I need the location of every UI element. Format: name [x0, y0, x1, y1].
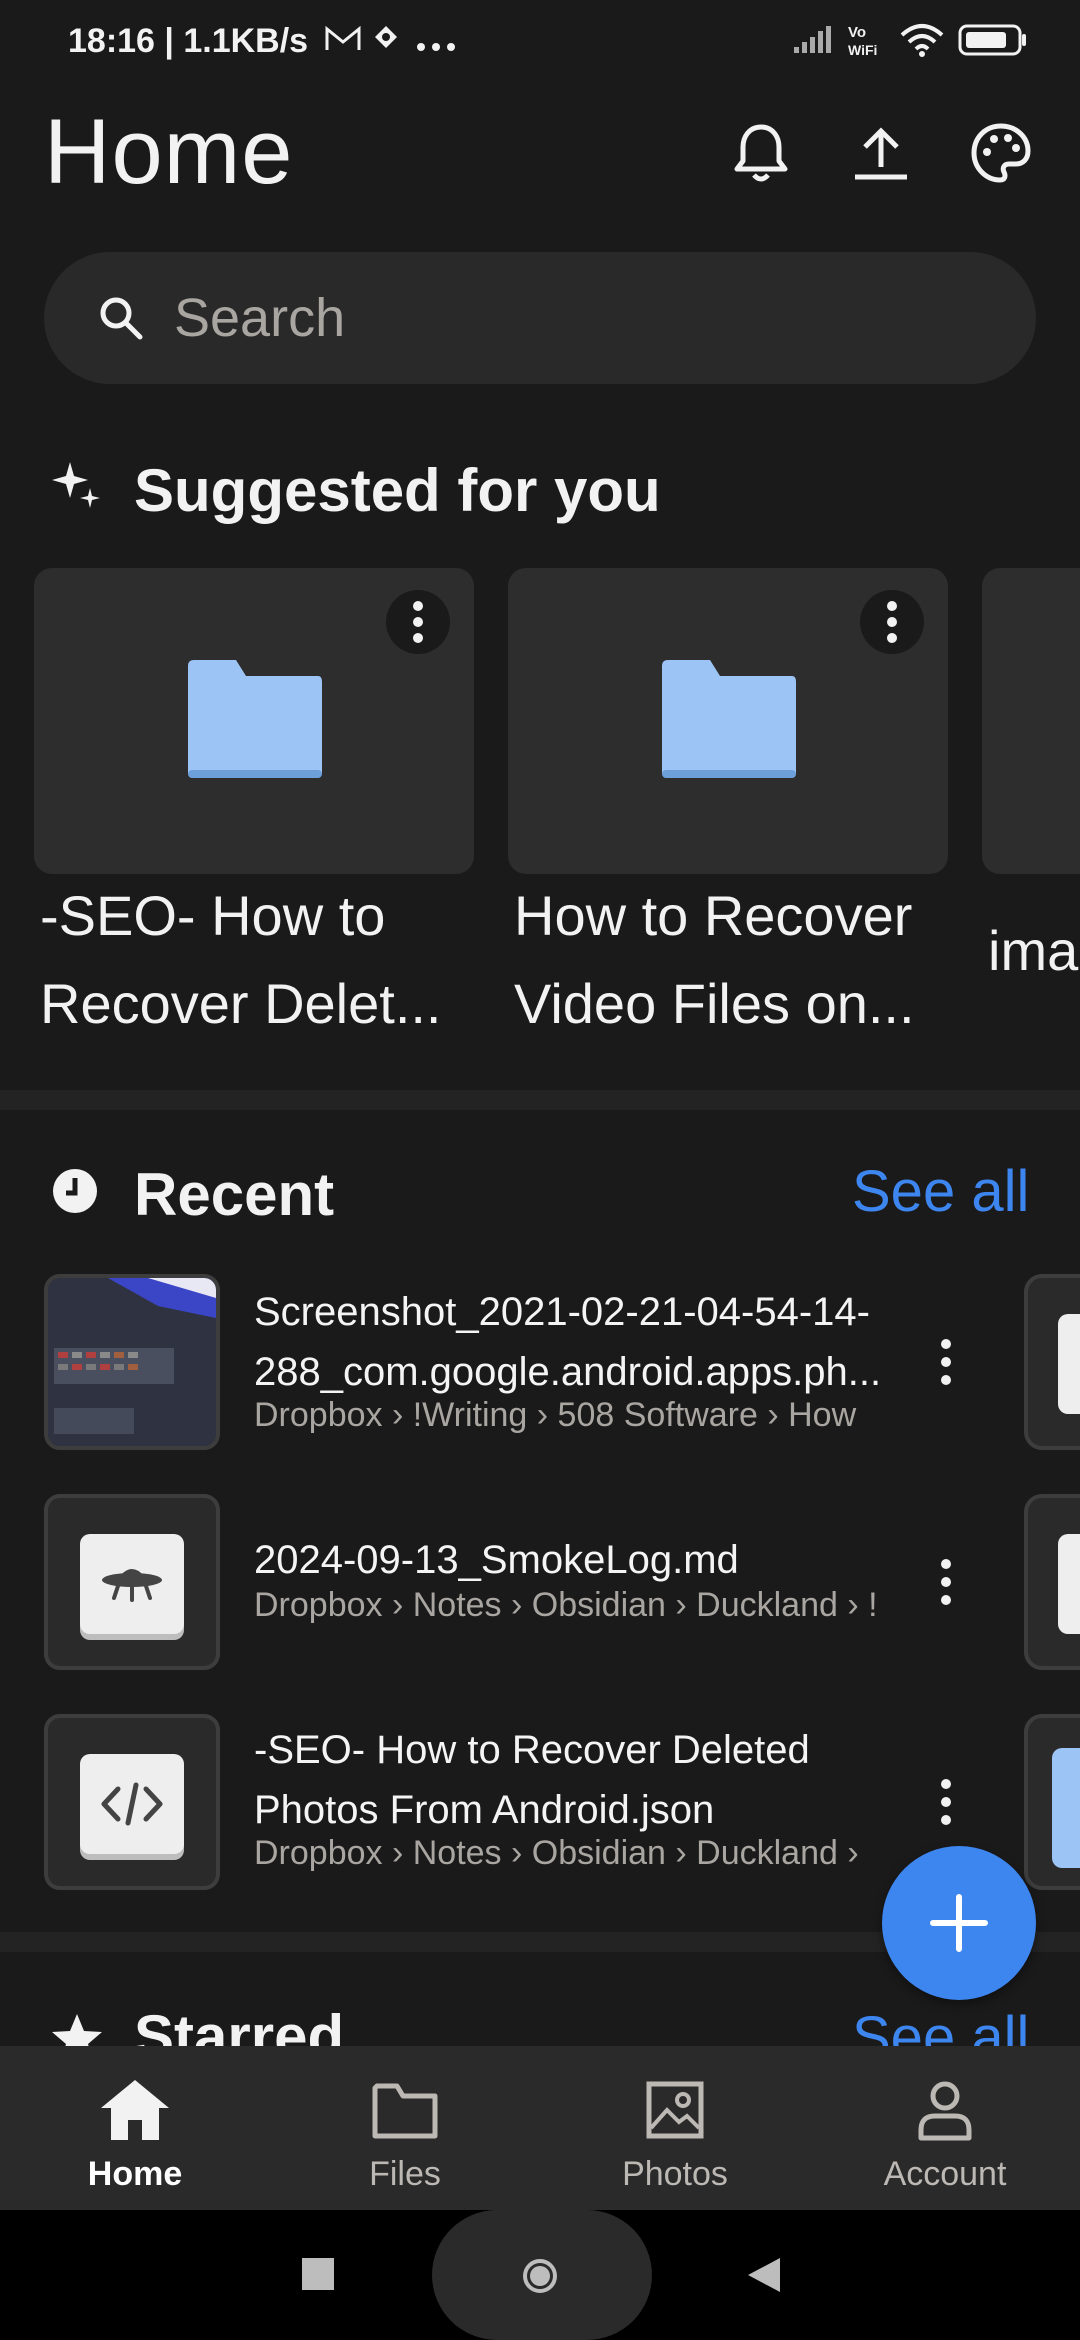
json-file-thumbnail[interactable] [44, 1714, 220, 1890]
svg-text:Vo: Vo [848, 24, 866, 41]
add-button[interactable] [882, 1846, 1036, 2000]
search-input[interactable] [172, 286, 956, 350]
photo-icon [643, 2078, 707, 2147]
recent-item-3-path: Dropbox › Notes › Obsidian › Duckland › [254, 1834, 859, 1872]
back-triangle-icon[interactable] [746, 2256, 782, 2299]
clock-icon [52, 1168, 98, 1219]
grid-peek-item [1024, 1714, 1080, 1890]
recent-see-all-link[interactable]: See all [852, 1158, 1029, 1225]
page-title: Home [44, 101, 294, 203]
recent-item-1-title-line1: Screenshot_2021-02-21-04-54-14- [254, 1290, 870, 1334]
more-vert-icon[interactable] [916, 1312, 976, 1412]
recent-item-1-path: Dropbox › !Writing › 508 Software › How [254, 1396, 857, 1434]
home-circle-icon[interactable] [522, 2258, 558, 2299]
status-time: 18:16 | 1.1KB/s [68, 22, 456, 61]
app-icon [371, 22, 410, 60]
md-file-thumbnail[interactable] [44, 1494, 220, 1670]
bottom-nav: Home Files Photos Account [0, 2046, 1080, 2210]
nav-photos-label: Photos [622, 2155, 728, 2193]
recents-square-icon[interactable] [302, 2258, 334, 2295]
star-icon [50, 2012, 104, 2046]
status-time-text: 18:16 | 1.1KB/s [68, 22, 309, 60]
suggested-title: Suggested for you [134, 457, 661, 524]
ufo-icon [80, 1534, 184, 1634]
suggested-card-2[interactable] [508, 568, 948, 874]
account-icon [913, 2078, 977, 2147]
wifi-icon [900, 23, 944, 62]
search-icon [96, 293, 146, 343]
nav-files-label: Files [369, 2155, 441, 2193]
more-vert-icon[interactable] [860, 590, 924, 654]
recent-title: Recent [134, 1161, 335, 1228]
suggested-card-3-title[interactable]: ima [988, 918, 1078, 983]
system-nav-bar [0, 2210, 1080, 2340]
upload-icon[interactable] [846, 118, 916, 188]
recent-item-2-title[interactable]: 2024-09-13_SmokeLog.md [254, 1530, 894, 1590]
more-vert-icon[interactable] [916, 1532, 976, 1632]
code-icon [80, 1754, 184, 1854]
grid-peek-item [1024, 1494, 1080, 1670]
plus-icon [930, 1894, 988, 1952]
recent-item-1-title-line2: 288_com.google.android.apps.ph... [254, 1350, 882, 1394]
sparkle-icon [52, 460, 102, 515]
more-vert-icon[interactable] [916, 1752, 976, 1852]
battery-icon [958, 23, 1028, 62]
divider [0, 1090, 1080, 1110]
screenshot-thumbnail[interactable] [44, 1274, 220, 1450]
recent-item-2-path: Dropbox › Notes › Obsidian › Duckland › … [254, 1586, 878, 1624]
more-vert-icon[interactable] [386, 590, 450, 654]
suggested-card-1-line2: Recover Delet... [40, 972, 442, 1035]
vowifi-icon: Vo WiFi [846, 22, 886, 63]
signal-icon [792, 25, 832, 60]
recent-item-3-title-line1: -SEO- How to Recover Deleted [254, 1728, 810, 1772]
status-icons: Vo WiFi [792, 22, 1028, 63]
recent-item-3-title[interactable]: -SEO- How to Recover Deleted Photos From… [254, 1720, 894, 1840]
nav-home[interactable]: Home [0, 2078, 270, 2194]
starred-title: Starred [134, 2003, 345, 2046]
folder-icon [184, 658, 324, 780]
suggested-card-1-line1: -SEO- How to [40, 884, 386, 947]
svg-text:WiFi: WiFi [848, 42, 877, 58]
search-bar[interactable] [44, 252, 1036, 384]
suggested-card-1-title[interactable]: -SEO- How to Recover Delet... [40, 872, 510, 1048]
suggested-card-2-line2: Video Files on... [514, 972, 915, 1035]
suggested-card-2-title[interactable]: How to Recover Video Files on... [514, 872, 984, 1048]
palette-icon[interactable] [966, 118, 1036, 188]
folder-icon [658, 658, 798, 780]
starred-see-all-link[interactable]: See all [852, 2004, 1029, 2046]
nav-files[interactable]: Files [270, 2078, 540, 2194]
nav-home-label: Home [87, 2155, 183, 2193]
folder-icon [371, 2078, 439, 2147]
bell-icon[interactable] [726, 118, 796, 188]
recent-item-3-title-line2: Photos From Android.json [254, 1788, 715, 1832]
more-dots-icon [416, 22, 456, 60]
suggested-card-1[interactable] [34, 568, 474, 874]
nav-account[interactable]: Account [810, 2078, 1080, 2194]
grid-peek-item [1024, 1274, 1080, 1450]
nav-photos[interactable]: Photos [540, 2078, 810, 2194]
suggested-card-3[interactable] [982, 568, 1080, 874]
gmail-icon [324, 22, 371, 60]
recent-item-1-title[interactable]: Screenshot_2021-02-21-04-54-14- 288_com.… [254, 1282, 894, 1402]
suggested-card-2-line1: How to Recover [514, 884, 913, 947]
nav-account-label: Account [883, 2155, 1007, 2193]
home-icon [99, 2078, 171, 2147]
